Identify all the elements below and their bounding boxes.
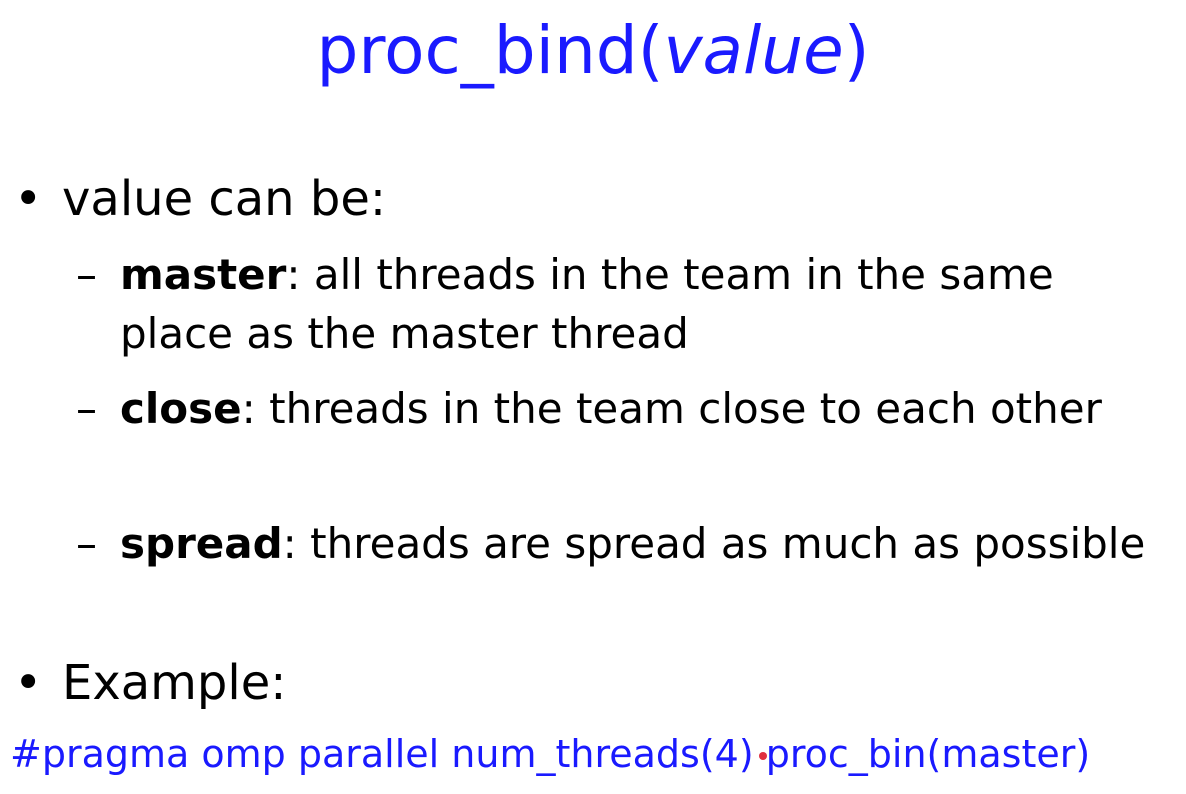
option-description: : threads in the team close to each othe…: [241, 384, 1102, 433]
option-keyword: spread: [120, 519, 283, 568]
option-dash: –: [76, 250, 97, 299]
title-suffix: ): [843, 12, 870, 89]
option-spread: – spread: threads are spread as much as …: [76, 514, 1176, 573]
option-description: : threads are spread as much as possible: [282, 519, 1146, 568]
example-code: #pragma omp parallel num_threads(4) proc…: [10, 732, 1091, 776]
bullet-dot: •: [14, 171, 43, 227]
bullet-dot: •: [14, 655, 43, 711]
option-keyword: close: [120, 384, 242, 433]
laser-pointer-dot: [759, 752, 767, 760]
option-dash: –: [76, 519, 97, 568]
option-close: – close: threads in the team close to ea…: [76, 379, 1176, 438]
bullet-example: • Example:: [14, 650, 286, 716]
slide: proc_bind(value) • value can be: – master…: [0, 0, 1186, 794]
bullet-text: value can be:: [62, 171, 387, 227]
title-prefix: proc_bind(: [316, 12, 664, 89]
bullet-text: Example:: [62, 655, 287, 711]
slide-title: proc_bind(value): [0, 6, 1186, 96]
bullet-value-can-be: • value can be:: [14, 166, 386, 232]
option-dash: –: [76, 384, 97, 433]
option-master: – master: all threads in the team in the…: [76, 245, 1176, 363]
title-param: value: [663, 12, 844, 89]
option-keyword: master: [120, 250, 287, 299]
